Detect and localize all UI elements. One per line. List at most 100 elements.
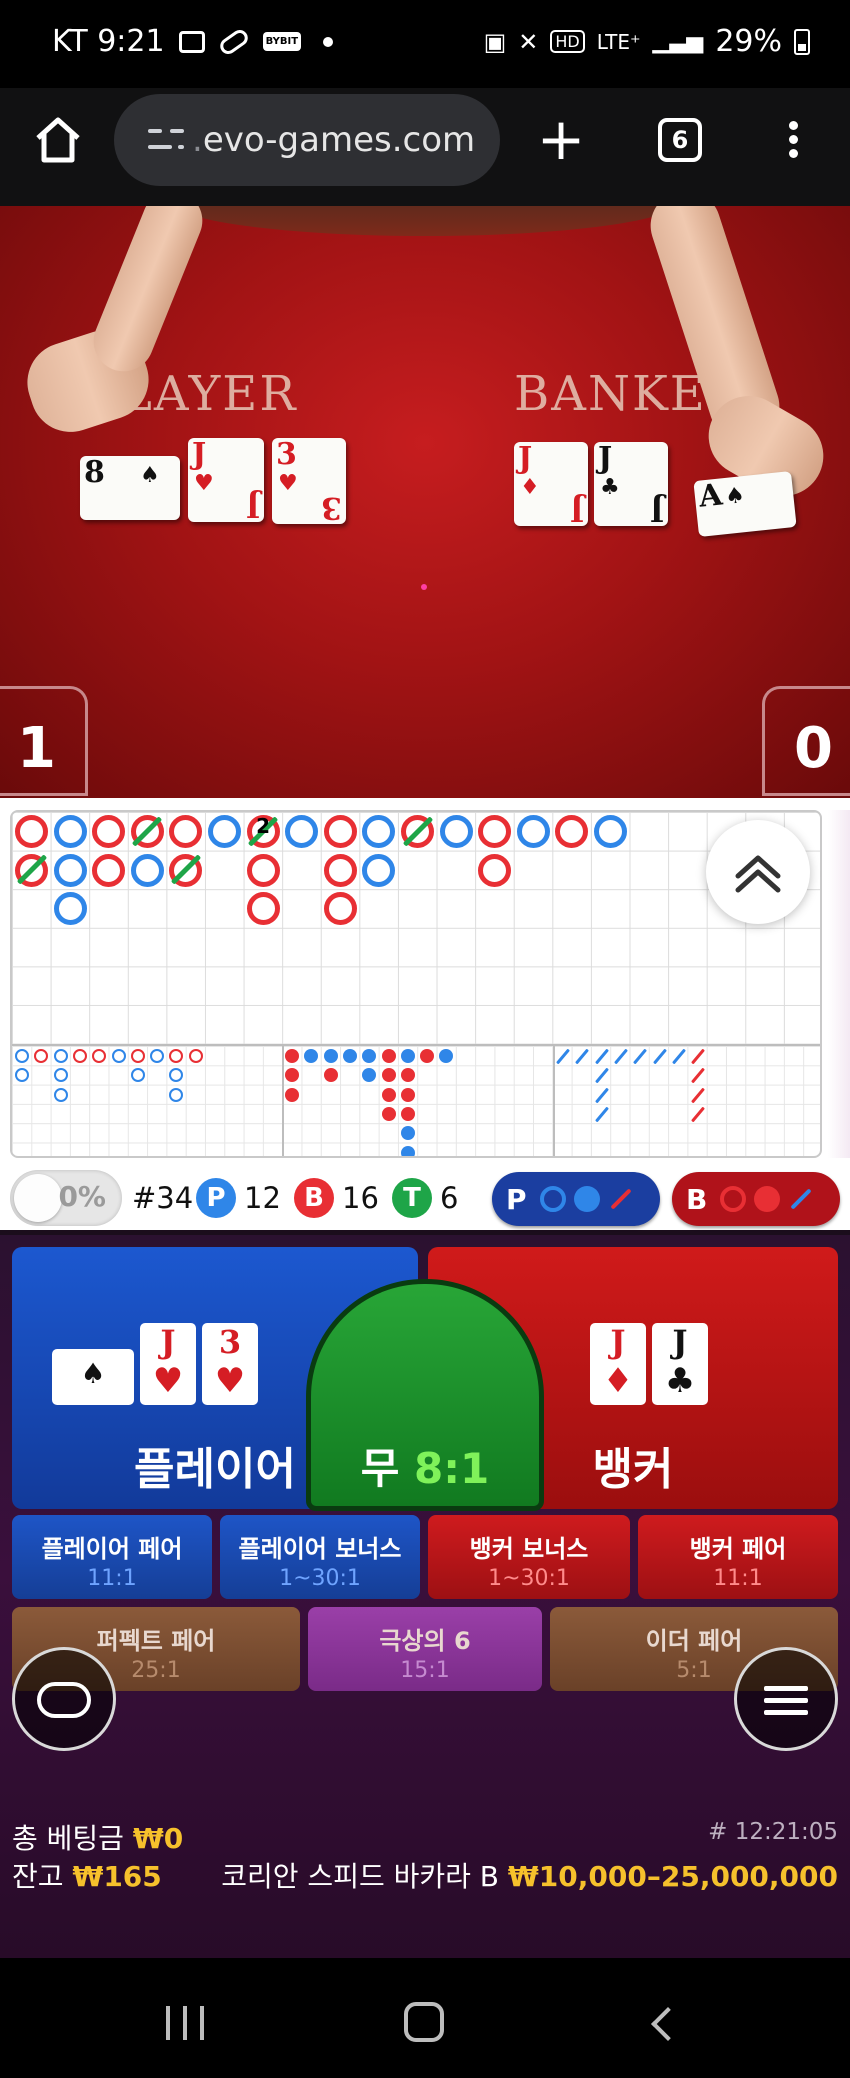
big-eye-ring <box>15 1049 29 1063</box>
predict-ring-icon <box>540 1186 566 1212</box>
tie-bet-label: 무 8:1 <box>360 1444 490 1493</box>
pill-icon <box>216 26 251 57</box>
total-bet-row: 총 베팅금 ₩0 # 12:21:05 <box>0 1817 850 1857</box>
big-eye-ring <box>53 1049 68 1063</box>
tie-bet-spot[interactable]: 무 8:1 <box>306 1279 544 1511</box>
big-eye-ring <box>53 1087 68 1102</box>
small-road-dot <box>381 1049 396 1063</box>
player-badge: P <box>196 1178 236 1218</box>
big-eye-ring <box>34 1049 49 1063</box>
banker-count-text: 16 <box>342 1181 379 1215</box>
table-name: 코리안 스피드 바카라 B <box>221 1860 500 1893</box>
player-pair-odds: 11:1 <box>87 1566 137 1591</box>
clipboard-icon: ▣ <box>483 27 507 56</box>
super-six-label: 극상의 6 <box>379 1627 471 1655</box>
cockroach-slash <box>594 1048 609 1065</box>
back-button[interactable] <box>651 2007 685 2041</box>
banker-mini-card-2: J ♣ <box>652 1323 708 1405</box>
cockroach-slash <box>691 1048 706 1065</box>
tie-count-text: 6 <box>440 1181 459 1215</box>
banker-bead <box>323 892 357 926</box>
game-menu-button[interactable] <box>734 1647 838 1751</box>
player-card-1: 8 ♠ <box>80 456 180 520</box>
banker-bead <box>246 892 280 926</box>
small-road-dot <box>323 1068 338 1083</box>
player-bonus-label: 플레이어 보너스 <box>238 1535 402 1563</box>
small-road-dot <box>400 1049 415 1063</box>
big-eye-ring <box>92 1049 107 1063</box>
small-road-dot <box>439 1049 454 1063</box>
player-bead <box>439 815 473 848</box>
mute-icon: ✕ <box>518 27 539 56</box>
player-pair-bet[interactable]: 플레이어 페어 11:1 <box>12 1515 212 1599</box>
predict-ring-icon <box>720 1186 746 1212</box>
site-settings-icon[interactable] <box>148 125 184 155</box>
small-road-dot <box>400 1087 415 1102</box>
banker-pair-odds: 11:1 <box>713 1566 763 1591</box>
recent-apps-button[interactable] <box>166 2006 204 2040</box>
double-chevron-up-icon <box>735 855 781 893</box>
big-eye-ring <box>130 1049 145 1063</box>
cockroach-slash <box>652 1048 667 1065</box>
banker-pair-label: 뱅커 페어 <box>689 1535 787 1563</box>
player-predict-button[interactable]: P <box>492 1172 660 1226</box>
player-count-text: 12 <box>244 1181 281 1215</box>
cockroach-slash <box>633 1048 648 1065</box>
cockroach-slash <box>691 1067 706 1084</box>
roadmap-board: 2 <box>10 810 822 1158</box>
tie-mark <box>16 854 47 885</box>
chips-button[interactable] <box>12 1647 116 1751</box>
home-button[interactable] <box>404 2002 444 2042</box>
new-tab-button[interactable]: + <box>534 110 588 168</box>
big-eye-ring <box>130 1068 145 1083</box>
tab-switcher-button[interactable]: 6 <box>658 118 702 162</box>
url-text[interactable]: .evo-games.com <box>192 120 475 160</box>
banker-bead <box>323 853 357 887</box>
predict-slash-icon <box>790 1188 812 1210</box>
address-bar[interactable]: .evo-games.com <box>114 94 500 186</box>
banker-bonus-bet[interactable]: 뱅커 보너스 1~30:1 <box>428 1515 630 1599</box>
home-icon[interactable] <box>30 112 86 168</box>
small-road-dot <box>285 1087 299 1102</box>
super-six-bet[interactable]: 극상의 6 15:1 <box>308 1607 542 1691</box>
tie-mark <box>132 815 163 847</box>
player-bonus-bet[interactable]: 플레이어 보너스 1~30:1 <box>220 1515 420 1599</box>
cockroach-slash <box>671 1048 686 1065</box>
gallery-icon <box>178 30 205 53</box>
banker-bonus-label: 뱅커 보너스 <box>469 1535 589 1563</box>
cockroach-slash <box>594 1106 609 1123</box>
tie-badge: T <box>392 1178 432 1218</box>
game-id: # 12:21:05 <box>708 1819 838 1845</box>
banker-card-1: J ♦ J <box>514 442 588 527</box>
cockroach-slash <box>556 1048 570 1065</box>
chip-icon <box>37 1682 91 1718</box>
percent-toggle[interactable]: 0% <box>10 1170 122 1226</box>
player-card-3: 3 ♥ 3 <box>272 438 346 525</box>
browser-menu-button[interactable] <box>778 118 808 166</box>
dealer-left-arm <box>84 206 212 381</box>
banker-predict-button[interactable]: B <box>672 1172 840 1226</box>
round-number: #34 <box>132 1181 194 1215</box>
banker-bead <box>478 853 512 887</box>
predict-slash-icon <box>610 1188 632 1210</box>
player-bead <box>53 815 87 848</box>
bybit-icon: BYBIT <box>262 32 302 51</box>
small-road-dot <box>362 1068 377 1083</box>
player-bead <box>208 815 241 848</box>
banker-badge: B <box>294 1178 334 1218</box>
player-bead <box>53 892 87 926</box>
browser-toolbar: .evo-games.com + 6 <box>0 88 850 206</box>
tie-count: T 6 <box>392 1178 458 1218</box>
banker-bead <box>169 853 203 887</box>
notification-dot-icon <box>323 36 334 47</box>
lte-icon: LTE⁺ <box>596 29 641 54</box>
cockroach-slash <box>691 1106 706 1123</box>
battery-icon <box>794 28 810 55</box>
live-video: LAYER BANKER 8 ♠ J ♥ J 3 ♥ 3 J ♦ J J ♣ J A ♠ 1 0 <box>0 206 850 798</box>
small-road-dot <box>342 1049 357 1063</box>
collapse-roadmap-button[interactable] <box>706 820 810 924</box>
banker-pair-bet[interactable]: 뱅커 페어 11:1 <box>638 1515 838 1599</box>
player-mini-card-2: J ♥ <box>140 1323 196 1405</box>
banker-mini-card-1: J ♦ <box>590 1323 646 1405</box>
player-bead <box>516 815 550 848</box>
